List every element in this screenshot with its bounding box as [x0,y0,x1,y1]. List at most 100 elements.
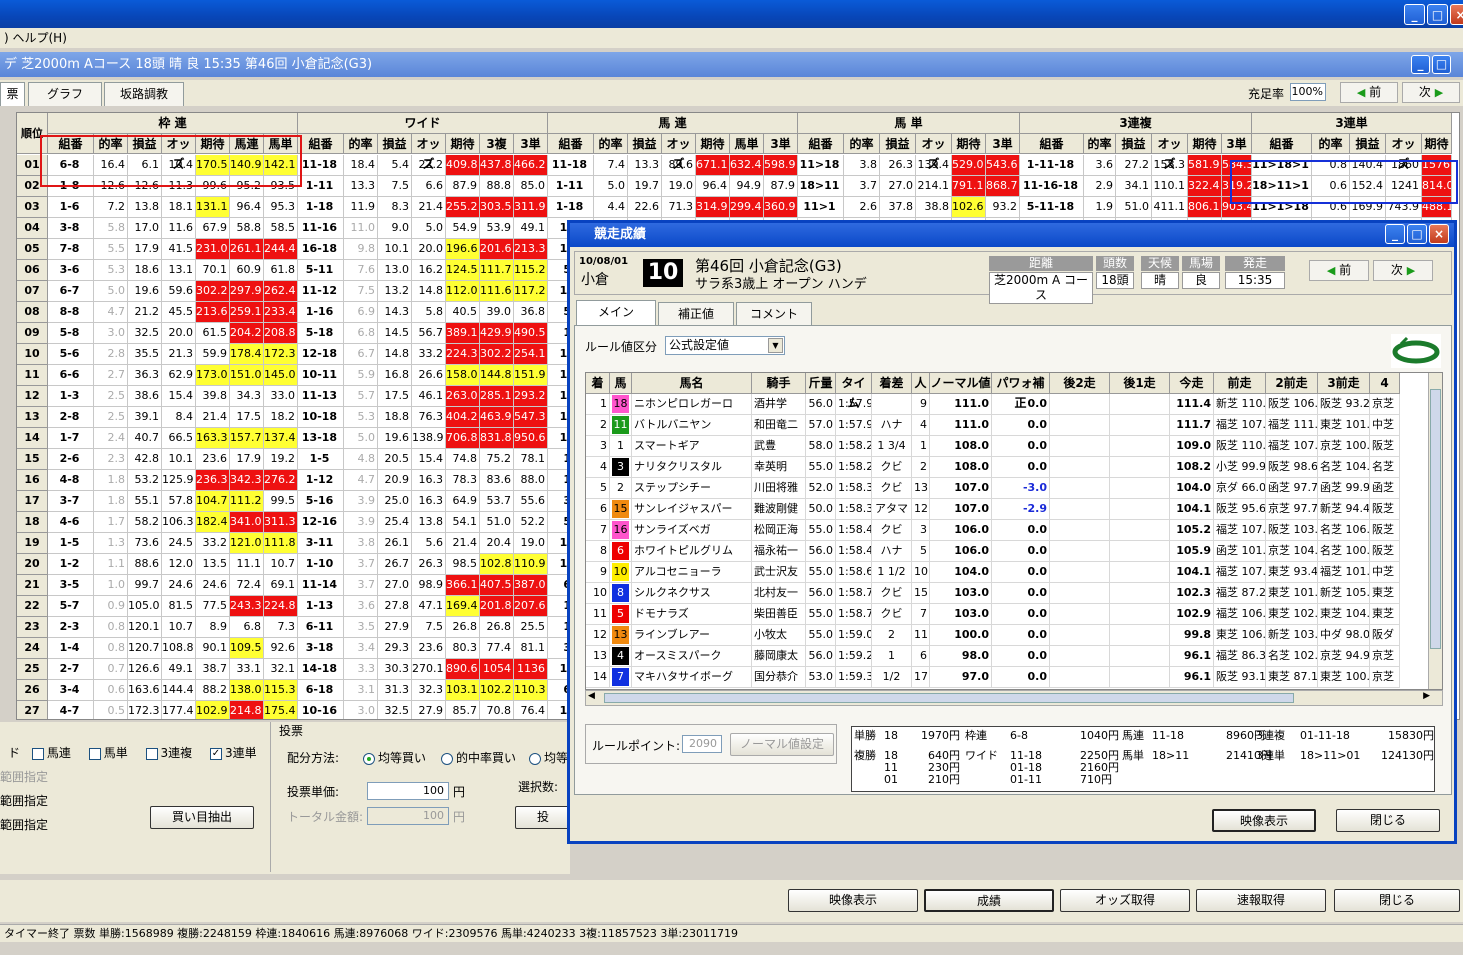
grid-cell[interactable]: 151.9 [514,365,548,386]
grid-cell[interactable]: 26.7 [378,554,412,575]
grid-cell[interactable]: 78.1 [514,449,548,470]
grid-cell[interactable]: 488.1 [1422,197,1452,218]
result-cell[interactable]: 15 [912,583,930,604]
result-cell[interactable]: ラインブレアー [632,625,752,646]
result-cell[interactable]: 1:59.0 [836,625,872,646]
grid-cell[interactable]: 3.1 [344,680,378,701]
grid-cell[interactable]: 36.8 [514,302,548,323]
result-cell[interactable] [1050,436,1110,457]
result-cell[interactable]: 阪芝 98.6 [1266,457,1318,478]
grid-cell[interactable]: 27.9 [378,617,412,638]
grid-cell[interactable]: 117.2 [514,281,548,302]
result-cell[interactable]: 福芝 107.1 [1214,562,1266,583]
result-cell[interactable]: 0.0 [992,436,1050,457]
result-cell[interactable]: 京芝 104.0 [1266,541,1318,562]
grid-cell[interactable]: 55.6 [514,491,548,512]
result-cell[interactable]: 55.0 [806,520,836,541]
grid-cell[interactable]: 59.6 [162,281,196,302]
grid-cell[interactable]: 11-18 [548,155,594,176]
result-cell[interactable]: 12 [912,499,930,520]
scroll-right-icon[interactable]: ▶ [1423,691,1430,701]
grid-cell[interactable]: 27.0 [378,575,412,596]
grid-cell[interactable]: 10-16 [298,701,344,719]
grid-cell[interactable]: 38.8 [916,197,952,218]
result-cell[interactable]: 10 [586,583,610,604]
grid-cell[interactable]: 39.0 [480,302,514,323]
grid-cell[interactable]: 5-16 [298,491,344,512]
grid-cell[interactable]: 1.0 [94,575,128,596]
result-cell[interactable]: 0.0 [992,646,1050,667]
result-cell[interactable]: 3 [912,520,930,541]
result-cell[interactable] [1110,562,1170,583]
result-cell[interactable]: 106.0 [930,541,992,562]
grid-cell[interactable]: 706.8 [446,428,480,449]
result-cell[interactable]: 104.0 [1170,478,1214,499]
check-3tan[interactable]: ✓ 3連単 [210,746,257,760]
grid-cell[interactable]: 16.2 [412,260,446,281]
grid-cell[interactable]: 89.6 [662,155,696,176]
result-cell[interactable]: 名芝 104.5 [1318,457,1370,478]
result-cell[interactable]: 4 [912,415,930,436]
result-cell[interactable]: 阪芝 [1370,541,1400,562]
grid-cell[interactable]: 58.8 [230,218,264,239]
result-cell[interactable] [1050,520,1110,541]
grid-cell[interactable]: 16.4 [94,155,128,176]
extract-button[interactable]: 買い目抽出 [150,806,254,829]
grid-cell[interactable]: 4.8 [344,449,378,470]
grid-cell[interactable]: 11-12 [298,281,344,302]
result-cell[interactable] [1050,667,1110,688]
grid-cell[interactable]: 102.8 [480,554,514,575]
grid-cell[interactable]: 81.1 [514,638,548,659]
result-button[interactable]: 成績 [924,889,1054,912]
grid-cell[interactable]: 6.7 [344,344,378,365]
grid-cell[interactable]: 51.0 [480,512,514,533]
grid-cell[interactable]: 11-18 [298,155,344,176]
grid-cell[interactable]: 1-11 [548,176,594,197]
result-cell[interactable]: 京芝 [1370,646,1400,667]
result-cell[interactable]: 1:57.9 [836,415,872,436]
result-column-header[interactable]: 今走 [1170,373,1214,394]
grid-cell[interactable]: 55.1 [128,491,162,512]
check-3fuku[interactable]: 3連複 [145,746,192,760]
menu-help[interactable]: ) ヘルプ(H) [4,31,67,45]
grid-cell[interactable]: 3.8 [344,533,378,554]
result-cell[interactable]: 酒井学 [752,394,806,415]
grid-cell[interactable]: 806.1 [1188,197,1222,218]
grid-cell[interactable]: 407.5 [480,575,514,596]
result-cell[interactable]: 108.2 [1170,457,1214,478]
grid-cell[interactable]: 1-10 [298,554,344,575]
grid-cell[interactable]: 14.8 [412,281,446,302]
grid-cell[interactable]: 22.6 [628,197,662,218]
grid-cell[interactable]: 12.6 [94,176,128,197]
result-cell[interactable] [1050,583,1110,604]
grid-cell[interactable]: 341.0 [230,512,264,533]
grid-cell[interactable]: 208.8 [264,323,298,344]
grid-cell[interactable]: 14.3 [378,302,412,323]
result-cell[interactable]: 98.0 [930,646,992,667]
result-cell[interactable] [1050,499,1110,520]
grid-cell[interactable]: 108.8 [162,638,196,659]
grid-cell[interactable]: 3.0 [94,323,128,344]
result-cell[interactable]: 10 [912,562,930,583]
grid-cell[interactable]: 138.9 [412,428,446,449]
result-cell[interactable]: 1 3/4 [872,436,912,457]
result-cell[interactable]: クビ [872,457,912,478]
grid-cell[interactable]: 61.8 [264,260,298,281]
alloc-hitrate[interactable]: 的中率買い [441,749,516,766]
grid-cell[interactable]: 2.5 [94,386,128,407]
grid-cell[interactable]: 6.8 [230,617,264,638]
grid-cell[interactable]: 70.1 [196,260,230,281]
grid-cell[interactable]: 5.8 [412,302,446,323]
grid-cell[interactable]: 88.0 [514,470,548,491]
result-cell[interactable]: 阪芝 [1370,436,1400,457]
result-column-header[interactable]: 馬名 [632,373,752,394]
result-cell[interactable]: 阪芝 93.1 [1214,667,1266,688]
grid-cell[interactable]: 7.4 [594,155,628,176]
result-cell[interactable]: 福芝 86.3 [1214,646,1266,667]
grid-cell[interactable]: 11.0 [344,218,378,239]
grid-cell[interactable]: 27.8 [378,596,412,617]
grid-cell[interactable]: 297.9 [230,281,264,302]
grid-cell[interactable]: 83.6 [480,470,514,491]
result-cell[interactable]: 56.0 [806,394,836,415]
grid-cell[interactable]: 196.6 [446,239,480,260]
